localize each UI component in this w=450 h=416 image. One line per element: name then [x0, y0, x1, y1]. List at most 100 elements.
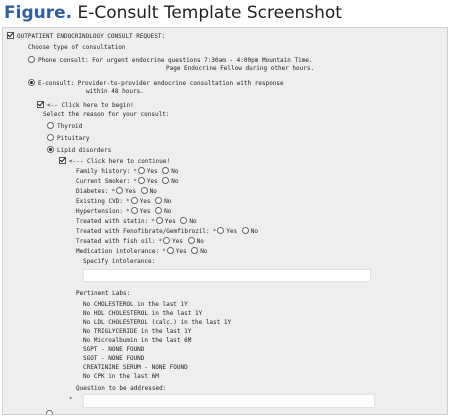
reason-prompt: Select the reason for your consult:: [43, 111, 170, 118]
question-to-address-label: Question to be addressed:: [76, 385, 167, 392]
yes-label: Yes: [125, 188, 136, 195]
econsult-label: E-consult: Provider-to-provider endocrin…: [38, 80, 284, 87]
yes-radio[interactable]: [116, 187, 124, 194]
begin-checkbox[interactable]: [37, 101, 44, 108]
reason-thyroid[interactable]: Thyroid: [47, 122, 82, 131]
lab-result: No CHOLESTEROL in the last 1Y: [83, 301, 188, 308]
no-radio[interactable]: [140, 187, 148, 194]
required-mark: *: [162, 248, 166, 255]
yes-radio[interactable]: [137, 177, 145, 184]
yes-radio[interactable]: [163, 237, 171, 244]
question-label: Hypertension:: [76, 208, 123, 215]
no-radio[interactable]: [155, 207, 163, 214]
question-label: Current Smoker:: [76, 178, 131, 185]
yes-label: Yes: [226, 228, 238, 235]
section-header: OUTPATIENT ENDOCRINOLOGY CONSULT REQUEST…: [7, 32, 165, 41]
no-radio[interactable]: [187, 237, 195, 244]
labs-title: Pertinent Labs:: [76, 290, 131, 297]
yes-radio[interactable]: [217, 227, 225, 234]
question-row: Treated with statin: * Yes No: [76, 217, 197, 226]
econsult-option[interactable]: E-consult: Provider-to-provider endocrin…: [28, 79, 284, 88]
phone-consult-label: Phone consult: For urgent endocrine ques…: [38, 57, 313, 64]
required-mark: *: [158, 238, 163, 245]
no-label: No: [200, 248, 208, 255]
required-mark: *: [133, 178, 137, 185]
intolerance-input[interactable]: [83, 269, 371, 282]
reason-label: Lipid disorders: [57, 147, 112, 154]
reason-label: Pituitary: [57, 135, 90, 142]
cutoff-radio[interactable]: [46, 410, 53, 414]
thyroid-radio[interactable]: [47, 122, 54, 129]
question-row: Diabetes: * Yes No: [76, 187, 157, 196]
yes-label: Yes: [172, 238, 183, 245]
no-label: No: [196, 238, 204, 245]
intolerance-label: Specify intolerance:: [83, 258, 156, 265]
pituitary-radio[interactable]: [47, 134, 54, 141]
required-mark: *: [125, 208, 130, 215]
required-mark: *: [151, 218, 155, 225]
yes-label: Yes: [146, 168, 158, 175]
section-title: OUTPATIENT ENDOCRINOLOGY CONSULT REQUEST…: [17, 33, 166, 40]
begin-label: <-- Click here to begin!: [47, 102, 134, 109]
question-label: Medication intolerance:: [76, 248, 160, 255]
reason-pituitary[interactable]: Pituitary: [47, 134, 90, 143]
question-label: Treated with Fenofibrate/Gemfibrozil:: [76, 228, 210, 235]
question-row: Family history: * Yes No: [76, 167, 179, 176]
yes-label: Yes: [139, 198, 151, 205]
required-mark: *: [111, 188, 116, 195]
figure-label: Figure.: [4, 3, 73, 23]
question-label: Family history:: [76, 168, 131, 175]
no-radio[interactable]: [241, 227, 249, 234]
continue-checkbox[interactable]: [59, 157, 66, 164]
yes-radio[interactable]: [155, 217, 163, 224]
reason-lipid[interactable]: Lipid disorders: [47, 146, 111, 155]
no-radio[interactable]: [162, 167, 170, 174]
phone-consult-note: Page Endocrine Fellow during other hours…: [166, 65, 315, 72]
continue-label: <--- Click here to continue!: [69, 158, 171, 165]
continue-row[interactable]: <--- Click here to continue!: [59, 157, 170, 166]
next-row-cutoff: [46, 410, 56, 414]
type-prompt: Choose type of consultation: [28, 44, 126, 51]
question-required-mark: *: [69, 396, 73, 403]
no-label: No: [164, 198, 172, 205]
yes-radio[interactable]: [166, 247, 174, 254]
no-label: No: [171, 168, 179, 175]
yes-radio[interactable]: [130, 207, 138, 214]
lab-result: No Microalbumin in the last 6M: [83, 337, 192, 344]
yes-label: Yes: [175, 248, 187, 255]
econsult-note: within 48 hours.: [86, 88, 144, 95]
phone-consult-option[interactable]: Phone consult: For urgent endocrine ques…: [28, 56, 313, 65]
question-row: Existing CVD: * Yes No: [76, 197, 171, 206]
required-mark: *: [125, 198, 130, 205]
econsult-radio[interactable]: [28, 79, 35, 86]
form-screen: OUTPATIENT ENDOCRINOLOGY CONSULT REQUEST…: [2, 27, 448, 415]
phone-consult-radio[interactable]: [28, 56, 35, 63]
yes-label: Yes: [146, 178, 158, 185]
lab-result: SGOT - NONE FOUND: [83, 355, 145, 362]
lab-result: No HDL CHOLESTEROL in the last 1Y: [83, 310, 203, 317]
required-mark: *: [133, 168, 137, 175]
question-row: Treated with Fenofibrate/Gemfibrozil: * Ye…: [76, 227, 258, 236]
reason-label: Thyroid: [57, 123, 83, 130]
begin-row[interactable]: <-- Click here to begin!: [37, 101, 134, 110]
question-input[interactable]: [83, 394, 375, 408]
no-label: No: [164, 208, 172, 215]
no-radio[interactable]: [191, 247, 199, 254]
no-radio[interactable]: [180, 217, 188, 224]
lab-result: CREATININE SERUM - NONE FOUND: [83, 364, 188, 371]
no-label: No: [250, 228, 258, 235]
question-row: Current Smoker: * Yes No: [76, 177, 179, 186]
lipid-radio[interactable]: [47, 146, 54, 153]
question-label: Diabetes:: [76, 188, 109, 195]
section-checkbox[interactable]: [7, 32, 14, 39]
lab-result: No LDL CHOLESTEROL (calc.) in the last 1…: [83, 319, 232, 326]
no-label: No: [149, 188, 157, 195]
yes-radio[interactable]: [137, 167, 145, 174]
yes-radio[interactable]: [130, 197, 138, 204]
question-row: Hypertension: * Yes No: [76, 207, 171, 216]
no-label: No: [189, 218, 197, 225]
no-radio[interactable]: [162, 177, 170, 184]
no-radio[interactable]: [155, 197, 163, 204]
question-row: Treated with fish oil: * Yes No: [76, 237, 204, 246]
question-label: Treated with statin:: [76, 218, 149, 225]
